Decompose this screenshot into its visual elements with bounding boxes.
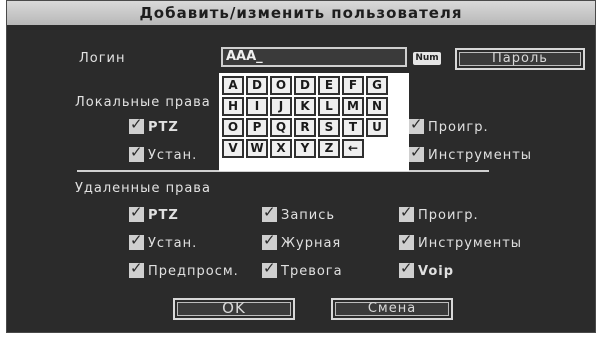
keyboard-key[interactable]: D (246, 76, 268, 95)
keyboard-key[interactable]: A (222, 76, 244, 95)
local-tools-checkbox[interactable]: Инструменты (409, 143, 532, 163)
keyboard-key[interactable]: S (318, 118, 340, 137)
keyboard-key[interactable]: L (318, 97, 340, 116)
remote-preview-checkbox[interactable]: Предпросм. (129, 259, 239, 279)
keyboard-key[interactable]: G (366, 76, 388, 95)
keyboard-key[interactable]: O (270, 76, 292, 95)
keyboard-key[interactable]: D (294, 76, 316, 95)
remote-log-checkbox[interactable]: Журная (262, 231, 341, 251)
checkbox-checked-icon (129, 203, 144, 222)
checkbox-checked-icon (262, 203, 277, 222)
keyboard-key[interactable]: N (366, 97, 388, 116)
keyboard-key[interactable]: I (246, 97, 268, 116)
keyboard-row: ADODEFG (222, 76, 406, 95)
checkbox-checked-icon (129, 143, 144, 162)
keyboard-row: V W X Y Z ← (222, 139, 406, 158)
keyboard-key[interactable]: R (294, 118, 316, 137)
checkbox-checked-icon (129, 259, 144, 278)
keyboard-key[interactable]: T (342, 118, 364, 137)
checkbox-checked-icon (399, 231, 414, 250)
backspace-key[interactable]: ← (342, 139, 364, 158)
remote-tools-checkbox[interactable]: Инструменты (399, 231, 522, 251)
keyboard-key[interactable]: H (222, 97, 244, 116)
checkbox-checked-icon (129, 115, 144, 134)
keyboard-key[interactable]: X (270, 139, 292, 158)
local-ptz-checkbox[interactable]: PTZ (129, 115, 179, 135)
user-edit-dialog: Добавить/изменить пользователя Логин AAA… (6, 0, 596, 333)
keyboard-key[interactable]: W (246, 139, 268, 158)
ok-button[interactable]: OK (173, 298, 295, 320)
keyboard-key[interactable]: V (222, 139, 244, 158)
checkbox-checked-icon (129, 231, 144, 250)
dialog-title: Добавить/изменить пользователя (7, 1, 595, 25)
keyboard-key[interactable]: Q (270, 118, 292, 137)
checkbox-checked-icon (262, 231, 277, 250)
keyboard-key[interactable]: U (366, 118, 388, 137)
login-input[interactable]: AAA_ (221, 47, 407, 67)
checkbox-checked-icon (409, 115, 424, 134)
keyboard-key[interactable]: E (318, 76, 340, 95)
remote-rights-header: Удаленные права (75, 181, 211, 196)
keyboard-key[interactable]: F (342, 76, 364, 95)
keyboard-key[interactable]: Z (318, 139, 340, 158)
remote-record-checkbox[interactable]: Запись (262, 203, 335, 223)
num-mode-badge[interactable]: Num (413, 52, 441, 65)
keyboard-row: HIJKLMN (222, 97, 406, 116)
virtual-keyboard: A D O D E F G H I J K L M N O P Q R S T U V W X Y Z ← (219, 73, 409, 171)
login-label: Логин (79, 51, 126, 66)
remote-playback-checkbox[interactable]: Проигр. (399, 203, 479, 223)
keyboard-key[interactable]: M (342, 97, 364, 116)
remote-alarm-checkbox[interactable]: Тревога (262, 259, 343, 279)
remote-ptz-checkbox[interactable]: PTZ (129, 203, 179, 223)
remote-voip-checkbox[interactable]: Voip (399, 259, 454, 279)
keyboard-key[interactable]: K (294, 97, 316, 116)
keyboard-key[interactable]: O (222, 118, 244, 137)
keyboard-key[interactable]: J (270, 97, 292, 116)
remote-settings-checkbox[interactable]: Устан. (129, 231, 197, 251)
local-rights-header: Локальные права (75, 95, 211, 110)
keyboard-key[interactable]: Y (294, 139, 316, 158)
keyboard-key[interactable]: P (246, 118, 268, 137)
local-settings-checkbox[interactable]: Устан. (129, 143, 197, 163)
checkbox-checked-icon (399, 203, 414, 222)
keyboard-row: OPQRSTU (222, 118, 406, 137)
password-button[interactable]: Пароль (455, 48, 585, 70)
cancel-button[interactable]: Смена (331, 298, 453, 320)
checkbox-checked-icon (262, 259, 277, 278)
checkbox-checked-icon (409, 143, 424, 162)
local-playback-checkbox[interactable]: Проигр. (409, 115, 489, 135)
checkbox-checked-icon (399, 259, 414, 278)
